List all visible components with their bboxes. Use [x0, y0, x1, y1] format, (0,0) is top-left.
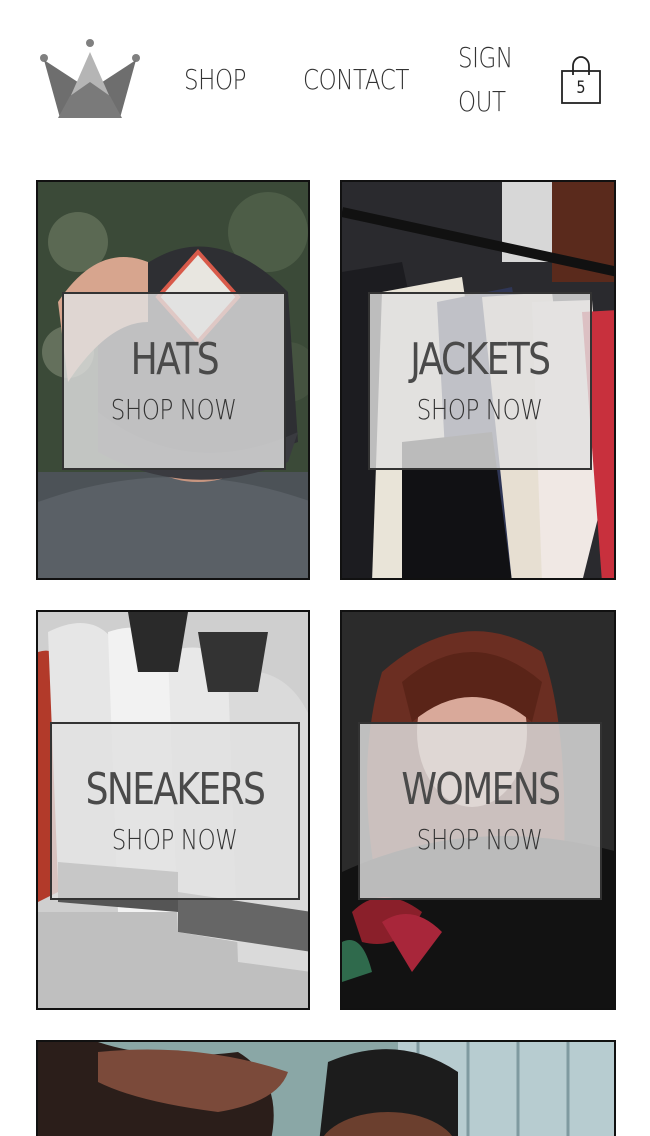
category-title: WOMENS [400, 764, 561, 815]
sneakers-label-box[interactable]: SNEAKERS SHOP NOW [50, 722, 300, 900]
hats-label-box[interactable]: HATS SHOP NOW [62, 292, 286, 470]
shop-now-label: SHOP NOW [417, 393, 543, 426]
cart-button[interactable]: 5 [558, 54, 606, 106]
shop-now-label: SHOP NOW [111, 393, 237, 426]
category-title: SNEAKERS [85, 764, 266, 815]
category-tile-jackets[interactable]: JACKETS SHOP NOW [340, 180, 616, 580]
category-title: JACKETS [410, 334, 551, 385]
cart-count-badge: 5 [576, 78, 586, 98]
header: SHOP CONTACT SIGN OUT 5 [0, 0, 650, 160]
nav-shop-link[interactable]: SHOP [184, 58, 247, 102]
category-tile-hats[interactable]: HATS SHOP NOW [36, 180, 310, 580]
category-title: HATS [130, 334, 219, 385]
mens-image [38, 1042, 614, 1136]
category-tile-mens[interactable] [36, 1040, 616, 1136]
womens-label-box[interactable]: WOMENS SHOP NOW [358, 722, 602, 900]
nav-contact-link[interactable]: CONTACT [303, 58, 409, 102]
nav-sign-out-link[interactable]: SIGN OUT [458, 36, 524, 124]
category-tile-womens[interactable]: WOMENS SHOP NOW [340, 610, 616, 1010]
crown-logo-icon[interactable] [38, 38, 142, 120]
jackets-label-box[interactable]: JACKETS SHOP NOW [368, 292, 592, 470]
shop-now-label: SHOP NOW [417, 823, 543, 856]
shop-now-label: SHOP NOW [112, 823, 238, 856]
category-tile-sneakers[interactable]: SNEAKERS SHOP NOW [36, 610, 310, 1010]
